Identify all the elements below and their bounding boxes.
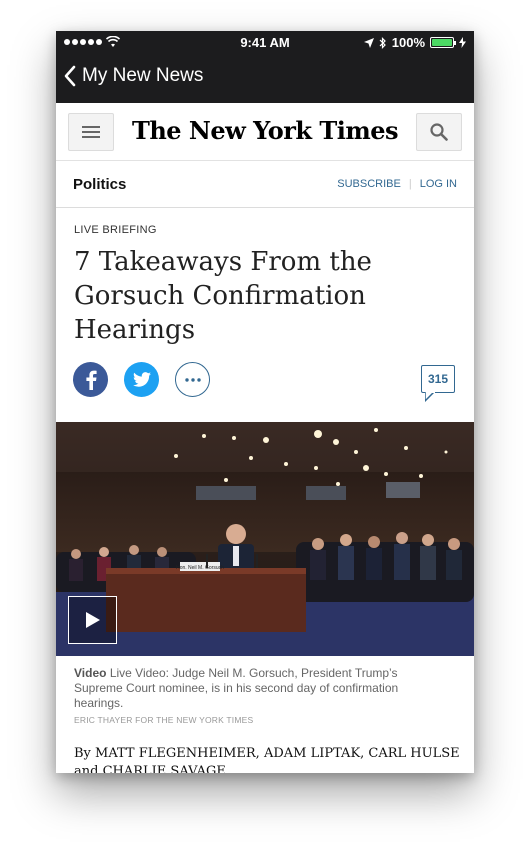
section-name[interactable]: Politics [73,176,126,193]
play-icon [85,612,100,628]
photo-credit: ERIC THAYER FOR THE NEW YORK TIMES [74,715,254,725]
login-link[interactable]: LOG IN [420,178,457,190]
status-bar: 9:41 AM 100% [56,31,474,55]
article-headline: 7 Takeaways From the Gorsuch Confirmatio… [74,247,372,345]
section-links: SUBSCRIBE | LOG IN [337,178,457,190]
play-button[interactable] [68,596,117,644]
hearing-room-photo: Hon. Neil M. Gorsuch [56,422,474,656]
phone-screen: 9:41 AM 100% My New News The New York Ti… [56,31,474,773]
link-divider: | [408,178,412,190]
charging-bolt-icon [459,37,466,48]
battery-percent: 100% [391,35,425,50]
section-bar: Politics SUBSCRIBE | LOG IN [56,161,474,208]
search-button[interactable] [416,113,462,151]
comment-bubble-tail-icon [425,392,435,402]
bluetooth-icon [379,36,386,49]
status-right: 100% [363,35,466,50]
facebook-share-button[interactable] [73,362,108,397]
kicker-label: LIVE BRIEFING [74,224,157,236]
nyt-header: The New York Times [56,103,474,161]
nav-bar: My New News [56,55,474,103]
more-share-button[interactable] [175,362,210,397]
back-button[interactable]: My New News [64,65,203,87]
battery-icon [430,37,456,48]
nameplate-text: Hon. Neil M. Gorsuch [176,565,224,571]
subscribe-link[interactable]: SUBSCRIBE [337,178,401,190]
video-caption: Video Live Video: Judge Neil M. Gorsuch,… [74,666,434,711]
twitter-share-button[interactable] [124,362,159,397]
masthead-logo[interactable]: The New York Times [56,116,474,145]
twitter-icon [132,372,151,387]
article-byline: By MATT FLEGENHEIMER, ADAM LIPTAK, CARL … [74,746,460,773]
share-row [73,362,210,397]
more-dots-icon [184,377,201,382]
facebook-icon [85,370,97,390]
comments-button[interactable]: 315 [421,365,455,393]
back-label: My New News [82,65,204,86]
caption-text: Live Video: Judge Neil M. Gorsuch, Presi… [74,666,399,710]
hero-video[interactable]: Hon. Neil M. Gorsuch [56,422,474,656]
chevron-left-icon [64,65,76,87]
comment-count: 315 [427,372,449,386]
search-icon [430,123,448,141]
caption-label: Video [74,666,107,680]
location-arrow-icon [363,37,374,48]
